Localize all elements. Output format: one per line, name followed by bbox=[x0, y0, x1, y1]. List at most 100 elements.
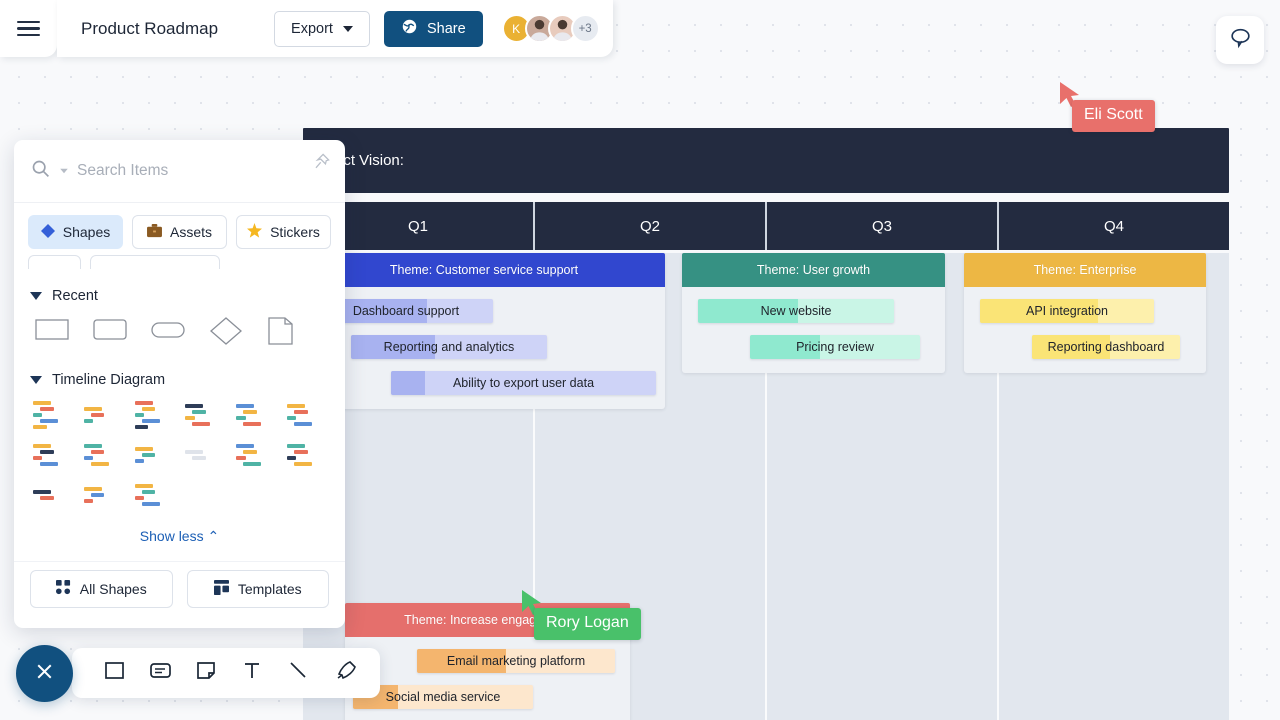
line-tool[interactable] bbox=[278, 653, 318, 693]
sticky-note-tool[interactable] bbox=[186, 653, 226, 693]
shape-tool[interactable] bbox=[94, 653, 134, 693]
export-button[interactable]: Export bbox=[274, 10, 370, 47]
task-bar[interactable]: Social media service bbox=[353, 685, 533, 709]
timeline-board: uct Vision: Q1 Q2 Q3 Q4 Theme: Customer ser… bbox=[303, 128, 1229, 720]
task-bar[interactable]: Reporting and analytics bbox=[351, 335, 547, 359]
theme-group[interactable]: Theme: User growth New website Pricing rev… bbox=[682, 253, 945, 373]
task-bar[interactable]: Email marketing platform bbox=[417, 649, 615, 673]
chevron-down-icon bbox=[342, 25, 353, 32]
diagram-thumbnail[interactable] bbox=[233, 438, 278, 472]
panel-subtabs bbox=[14, 255, 345, 269]
pin-icon[interactable] bbox=[312, 152, 331, 176]
show-less-button[interactable]: Show less ⌃ bbox=[30, 514, 329, 561]
templates-icon bbox=[213, 580, 229, 598]
show-less-label: Show less bbox=[139, 528, 204, 544]
board-column-header-q3: Q3 bbox=[767, 202, 999, 250]
pen-tool[interactable] bbox=[324, 653, 364, 693]
panel-sections: Recent Timeline Diagram Show less ⌃ bbox=[14, 269, 345, 561]
task-bar[interactable]: API integration bbox=[980, 299, 1154, 323]
briefcase-icon bbox=[147, 223, 162, 241]
section-header-timeline-diagram[interactable]: Timeline Diagram bbox=[30, 363, 329, 394]
panel-tab-assets[interactable]: Assets bbox=[132, 215, 227, 249]
triangle-down-icon bbox=[30, 376, 42, 384]
all-shapes-icon bbox=[55, 580, 71, 598]
diagram-thumbnail[interactable] bbox=[284, 398, 329, 432]
task-bar[interactable]: Pricing review bbox=[750, 335, 920, 359]
diagram-thumbnail[interactable] bbox=[182, 438, 227, 472]
text-tool[interactable] bbox=[232, 653, 272, 693]
diagram-thumbnail[interactable] bbox=[81, 438, 126, 472]
task-bar[interactable]: Reporting dashboard bbox=[1032, 335, 1180, 359]
thumbnail-spacer bbox=[182, 478, 227, 512]
panel-search-row bbox=[14, 140, 345, 203]
board-title: uct Vision: bbox=[335, 152, 404, 169]
task-row: Email marketing platform bbox=[345, 649, 630, 673]
panel-subtab-2[interactable] bbox=[90, 255, 220, 269]
task-bar[interactable]: Dashboard support bbox=[319, 299, 493, 323]
rectangle-shape[interactable] bbox=[35, 316, 69, 351]
diagram-thumbnail[interactable] bbox=[132, 438, 177, 472]
line-icon bbox=[286, 658, 311, 688]
panel-tab-stickers[interactable]: Stickers bbox=[236, 215, 331, 249]
task-bar[interactable]: Ability to export user data bbox=[391, 371, 656, 395]
panel-footer: All Shapes Templates bbox=[14, 561, 345, 628]
diagram-thumbnail[interactable] bbox=[30, 398, 75, 432]
task-label: Reporting dashboard bbox=[1047, 340, 1165, 354]
text-icon bbox=[240, 658, 265, 688]
task-row: New website bbox=[682, 299, 945, 323]
search-filter-chevron-icon[interactable] bbox=[60, 168, 68, 174]
diagram-thumbnail[interactable] bbox=[132, 478, 177, 512]
top-bar-main: Product Roadmap Export Share K +3 bbox=[57, 0, 613, 57]
share-button[interactable]: Share bbox=[383, 10, 483, 47]
board-column-header-q2: Q2 bbox=[535, 202, 767, 250]
panel-subtab-1[interactable] bbox=[28, 255, 81, 269]
avatar-group[interactable]: K +3 bbox=[501, 14, 600, 43]
avatar-overflow-count[interactable]: +3 bbox=[570, 14, 600, 43]
top-bar: Product Roadmap Export Share K +3 bbox=[0, 0, 613, 57]
section-header-recent[interactable]: Recent bbox=[30, 279, 329, 310]
diagram-thumbnail[interactable] bbox=[30, 438, 75, 472]
pill-shape[interactable] bbox=[151, 316, 185, 351]
diagram-thumbnail[interactable] bbox=[284, 438, 329, 472]
all-shapes-label: All Shapes bbox=[79, 581, 147, 597]
square-icon bbox=[102, 658, 127, 688]
cursor-name-label: Rory Logan bbox=[534, 608, 641, 640]
task-bar[interactable]: New website bbox=[698, 299, 894, 323]
search-input[interactable] bbox=[77, 162, 329, 180]
diagram-thumbnail[interactable] bbox=[81, 398, 126, 432]
task-row: Social media service bbox=[345, 685, 630, 709]
panel-tabs: Shapes Assets Stickers bbox=[14, 203, 345, 255]
task-row: Dashboard support bbox=[303, 299, 665, 323]
diagram-thumbnail[interactable] bbox=[81, 478, 126, 512]
card-icon bbox=[148, 658, 173, 688]
theme-group[interactable]: Theme: Customer service support Dashboard… bbox=[303, 253, 665, 409]
diagram-thumbnail[interactable] bbox=[182, 398, 227, 432]
templates-button[interactable]: Templates bbox=[186, 570, 329, 608]
star-icon bbox=[247, 223, 263, 241]
task-label: Reporting and analytics bbox=[383, 340, 515, 354]
shapes-panel: Shapes Assets Stickers Recent Timeline Dia… bbox=[14, 140, 345, 628]
diagram-thumbnail[interactable] bbox=[233, 398, 278, 432]
task-label: New website bbox=[760, 304, 832, 318]
theme-group-title: Theme: Customer service support bbox=[303, 253, 665, 287]
comment-button[interactable] bbox=[1216, 16, 1264, 64]
task-row: API integration bbox=[964, 299, 1206, 323]
document-shape[interactable] bbox=[267, 316, 295, 351]
board-column-header-q4: Q4 bbox=[1103, 217, 1124, 235]
templates-label: Templates bbox=[237, 581, 302, 597]
board-title-bar[interactable]: uct Vision: bbox=[303, 128, 1229, 193]
card-tool[interactable] bbox=[140, 653, 180, 693]
diagram-thumbnail[interactable] bbox=[30, 478, 75, 512]
close-toolbar-button[interactable] bbox=[16, 645, 73, 702]
app-root: uct Vision: Q1 Q2 Q3 Q4 Theme: Customer ser… bbox=[0, 0, 1280, 720]
panel-tab-label: Assets bbox=[169, 224, 212, 240]
diagram-thumbnail[interactable] bbox=[132, 398, 177, 432]
hamburger-menu-button[interactable] bbox=[0, 0, 57, 57]
panel-tab-shapes[interactable]: Shapes bbox=[28, 215, 123, 249]
thumbnail-spacer bbox=[284, 478, 329, 512]
rounded-rectangle-shape[interactable] bbox=[93, 316, 127, 351]
all-shapes-button[interactable]: All Shapes bbox=[30, 570, 173, 608]
diamond-icon bbox=[40, 223, 55, 241]
diamond-shape[interactable] bbox=[209, 316, 243, 351]
theme-group[interactable]: Theme: Enterprise API integration Reportin… bbox=[964, 253, 1206, 373]
